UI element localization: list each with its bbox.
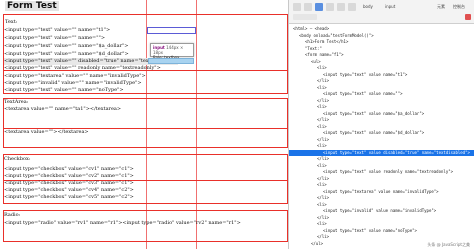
input-line-4: <input type="text" value="" name="$d_dol… xyxy=(4,51,129,57)
sources-icon[interactable] xyxy=(337,3,345,11)
dom-tree-node[interactable]: <input type="text" value name="t1"> xyxy=(323,72,407,79)
device-icon[interactable] xyxy=(304,3,312,11)
textarea-line-2: <textarea value=""></textarea> xyxy=(4,129,89,135)
checkbox-line-1: <input type="checkbox" value="cv1" name=… xyxy=(4,166,134,172)
dom-tree-node[interactable]: <input type="text" value name="$d_dollar… xyxy=(323,130,424,137)
toolbar-filter[interactable] xyxy=(293,14,317,20)
dom-tree-node[interactable]: </ul> xyxy=(311,241,323,248)
checkbox-line-4: <input type="checkbox" value="cv4" name=… xyxy=(4,187,134,193)
dom-tree-node[interactable]: <input type="text" value name="$a_dollar… xyxy=(323,111,424,118)
input-line-2: <input type="text" value="" name=""> xyxy=(4,35,106,41)
tab-body[interactable]: body xyxy=(363,4,373,10)
dom-tree-node[interactable]: <input type="text" value name="noType"> xyxy=(323,228,417,235)
checkbox-line-3: <input type="checkbox" value="cv3" name=… xyxy=(4,180,134,186)
element-tooltip: input 144px × 18px Role: textbox xyxy=(150,43,194,60)
elements-icon[interactable] xyxy=(315,3,323,11)
input-line-1: <input type="text" value="" name="t1"> xyxy=(4,27,111,33)
console-icon[interactable] xyxy=(326,3,334,11)
page-title: Form Test xyxy=(5,1,59,11)
disabled-input-highlight[interactable] xyxy=(148,58,194,64)
devtools-panel: body input 元素 控制台 <html> — <head> <body o… xyxy=(288,0,474,249)
dom-tree-node[interactable]: <input type="text" value readonly name="… xyxy=(323,169,453,176)
input-line-invalid: <input type="invalid" value="" name="inv… xyxy=(4,80,142,86)
tab-console[interactable]: 控制台 xyxy=(453,4,465,10)
dom-tree-node[interactable]: <input type="invalid" value name="invali… xyxy=(323,208,436,215)
checkbox-line-5: <input type="checkbox" value="cv5" name=… xyxy=(4,194,134,200)
radio-heading: Radio: xyxy=(4,212,21,218)
input-line-notype: <input type="text" value="" name="noType… xyxy=(4,87,124,93)
text-input-t1[interactable] xyxy=(147,27,196,34)
network-icon[interactable] xyxy=(348,3,356,11)
page-viewport: Form Test Text: <input type="text" value… xyxy=(0,0,288,249)
input-line-readonly: <input type="text" value="" readonly nam… xyxy=(4,65,161,71)
input-line-3: <input type="text" value="" name="$a_dol… xyxy=(4,43,129,49)
textarea-heading: TextArea: xyxy=(4,99,29,105)
tab-input[interactable]: input xyxy=(385,4,395,10)
watermark: 头条 @ JavaScript之美 xyxy=(427,242,470,247)
input-line-textarea-type: <input type="textarea" value="" name="in… xyxy=(4,73,146,79)
devtools-toolbar: body input 元素 控制台 xyxy=(289,0,474,24)
dom-tree-node[interactable]: <input type="text" value name=""> xyxy=(323,91,402,98)
dom-tree-node[interactable]: <input type="textarea" value name="inval… xyxy=(323,189,439,196)
section-label-text: Text: xyxy=(5,19,18,25)
radio-line: <input type="radio" value="rv1" name="r1… xyxy=(4,220,241,226)
dom-tree: <html> — <head> <body onload="testFormMod… xyxy=(289,26,474,249)
textarea-line-1: <textarea value="" name="ta1"></textarea… xyxy=(4,106,122,112)
checkbox-line-2: <input type="checkbox" value="cv2" name=… xyxy=(4,173,134,179)
tab-elements[interactable]: 元素 xyxy=(437,4,445,10)
inspect-icon[interactable] xyxy=(293,3,301,11)
checkbox-heading: Checkbox: xyxy=(4,156,31,162)
close-icon[interactable] xyxy=(465,14,471,20)
